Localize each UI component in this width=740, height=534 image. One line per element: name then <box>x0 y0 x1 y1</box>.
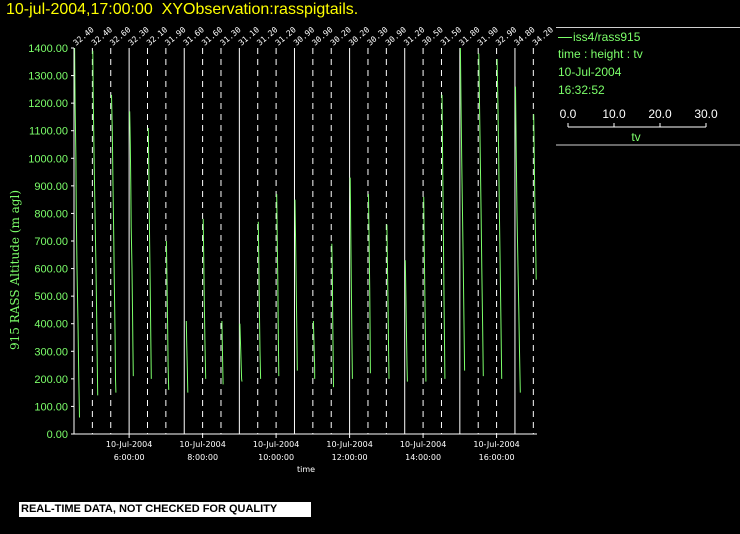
y-tick-label: 500.00 <box>34 291 68 303</box>
x-tick-date-label: 10-Jul-2004 <box>179 440 225 449</box>
y-tick-label: 200.00 <box>34 374 68 386</box>
profile-line <box>441 94 446 379</box>
legend-panel: iss4/rass915 time : height : tv 10-Jul-2… <box>556 27 740 148</box>
profile-line <box>129 111 134 377</box>
x-tick-date-label: 10-Jul-2004 <box>473 440 519 449</box>
profile-line <box>185 320 189 393</box>
y-tick-label: 1000.00 <box>28 153 68 165</box>
legend-series: iss4/rass915 <box>558 30 640 44</box>
profile-line <box>147 127 152 379</box>
legend-time: 16:32:52 <box>558 83 605 97</box>
legend-date: 10-Jul-2004 <box>558 65 622 79</box>
x-tick-time-label: 10:00:00 <box>258 453 294 462</box>
profile-line <box>257 221 262 379</box>
profile-line <box>92 50 99 396</box>
profile-line <box>496 58 503 379</box>
legend-divider-top <box>556 27 740 28</box>
profile-line <box>202 218 207 379</box>
legend-scale-tick-label: 0.0 <box>560 107 577 121</box>
profile-line <box>515 86 521 393</box>
profile-line <box>404 260 408 382</box>
y-tick-label: 800.00 <box>34 208 68 220</box>
x-tick-date-label: 10-Jul-2004 <box>400 440 446 449</box>
profile-line <box>368 194 371 374</box>
y-tick-label: 300.00 <box>34 346 68 358</box>
profile-line <box>111 94 117 393</box>
y-tick-label: 1200.00 <box>28 98 68 110</box>
legend-description: time : height : tv <box>558 47 643 61</box>
x-tick-time-label: 16:00:00 <box>479 453 515 462</box>
legend-scale-tick-label: 20.0 <box>648 107 672 121</box>
x-axis-title: time <box>297 465 315 474</box>
legend-swatch <box>558 37 572 39</box>
y-tick-label: 900.00 <box>34 181 68 193</box>
y-tick-label: 1100.00 <box>29 126 68 138</box>
profile-line <box>349 177 353 379</box>
profile-line <box>386 224 390 379</box>
profile-line <box>533 114 537 280</box>
profile-line <box>423 196 427 382</box>
legend-scale-tick-label: 10.0 <box>602 107 626 121</box>
y-tick-label: 0.00 <box>47 429 68 441</box>
profile-line <box>221 320 224 385</box>
x-tick-date-label: 10-Jul-2004 <box>106 440 152 449</box>
legend-scale: 0.0 10.0 20.0 30.0 tv <box>556 107 740 146</box>
profile-line <box>294 199 298 371</box>
x-tick-time-label: 12:00:00 <box>332 453 368 462</box>
legend-scale-label: tv <box>631 130 640 144</box>
y-tick-label: 100.00 <box>34 401 68 413</box>
legend-scale-tick-label: 30.0 <box>694 107 718 121</box>
x-tick-time-label: 14:00:00 <box>405 453 441 462</box>
y-tick-label: 700.00 <box>34 236 68 248</box>
legend-series-label: iss4/rass915 <box>573 30 641 44</box>
x-tick-time-label: 8:00:00 <box>187 453 218 462</box>
x-tick-time-label: 6:00:00 <box>114 453 145 462</box>
y-tick-label: 1400.00 <box>28 43 68 55</box>
quality-disclaimer: REAL-TIME DATA, NOT CHECKED FOR QUALITY <box>19 502 311 517</box>
profile-line <box>239 323 243 382</box>
profile-line <box>312 320 316 379</box>
profile-line <box>331 243 334 388</box>
profile-label: 34.20 <box>531 25 555 47</box>
y-tick-label: 600.00 <box>34 264 68 276</box>
x-tick-date-label: 10-Jul-2004 <box>253 440 299 449</box>
profile-line <box>165 240 170 390</box>
y-tick-label: 400.00 <box>34 319 68 331</box>
x-tick-date-label: 10-Jul-2004 <box>326 440 372 449</box>
profile-line <box>276 194 280 377</box>
profile-line <box>478 53 484 377</box>
profile-line <box>74 47 80 418</box>
y-tick-label: 1300.00 <box>28 71 68 83</box>
profile-line <box>459 47 466 371</box>
y-axis-title: 915 RASS Altitude (m agl) <box>8 190 22 350</box>
